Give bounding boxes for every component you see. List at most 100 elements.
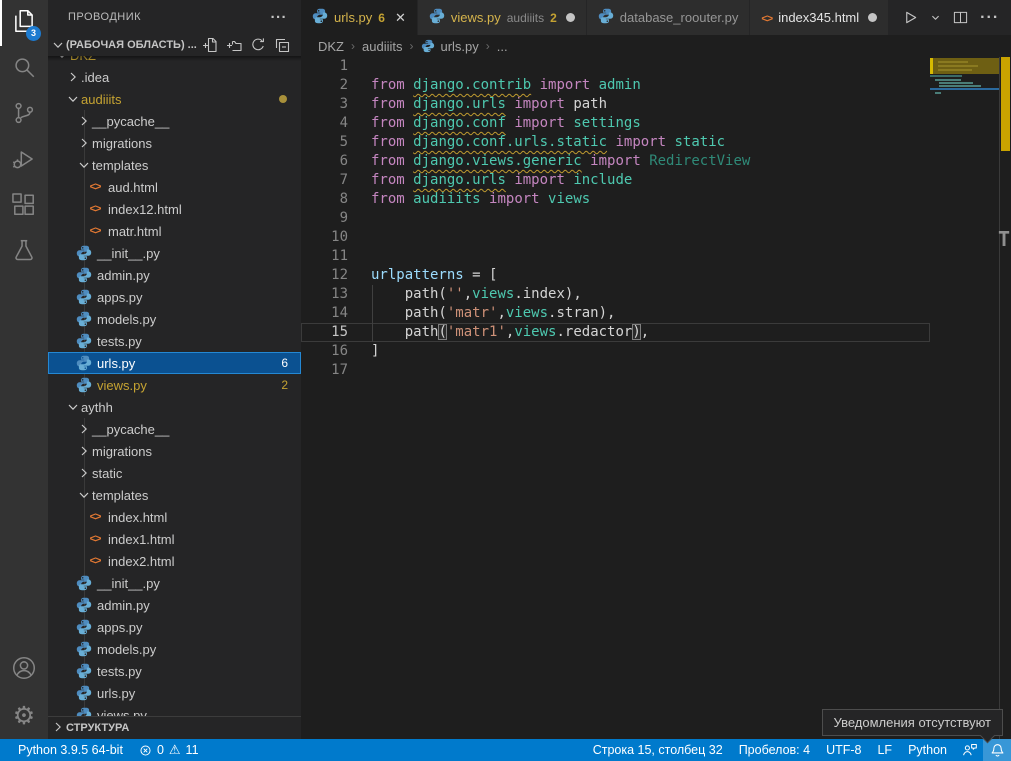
tree-item-__pycache__[interactable]: __pycache__ [48,418,301,440]
activity-bar-item-settings-gear-icon[interactable]: ⚙ [0,693,48,739]
tree-item-matr.html[interactable]: <>matr.html [48,220,301,242]
minimap[interactable] [930,57,999,739]
breadcrumb-item-urls.py[interactable]: urls.py [420,38,478,54]
tree-item-label: tests.py [97,334,142,349]
code-line-15[interactable]: 15 path('matr1',views.redactor), [301,323,1011,342]
python-icon [76,619,92,635]
activity-bar-item-extensions-icon[interactable] [0,184,48,230]
code-line-14[interactable]: 14 path('matr',views.stran), [301,304,1011,323]
tree-item-templates[interactable]: templates [48,154,301,176]
tree-item-views.py[interactable]: views.py [48,704,301,716]
workspace-section-header[interactable]: (РАБОЧАЯ ОБЛАСТЬ) ... [48,34,301,56]
activity-bar-item-explorer-icon[interactable]: 3 [0,0,48,46]
new-file-icon[interactable] [201,36,219,54]
code-token: path [371,324,438,340]
code-line-17[interactable]: 17 [301,361,1011,380]
code-line-11[interactable]: 11 [301,247,1011,266]
collapse-all-icon[interactable] [273,36,291,54]
tree-item-migrations[interactable]: migrations [48,440,301,462]
tree-item-__init__.py[interactable]: __init__.py [48,242,301,264]
code-line-9[interactable]: 9 [301,209,1011,228]
split-editor-icon[interactable] [953,10,968,25]
tree-item-views.py[interactable]: views.py2 [48,374,301,396]
tab-database_roouter.py[interactable]: database_roouter.py [587,0,751,35]
tree-item-aythh[interactable]: aythh [48,396,301,418]
tree-item-audiiits[interactable]: audiiits [48,88,301,110]
activity-bar-item-account-icon[interactable] [0,647,48,693]
scrollbar[interactable] [999,57,1011,739]
breadcrumb-item-audiiits[interactable]: audiiits [362,39,402,54]
tree-item-admin.py[interactable]: admin.py [48,594,301,616]
tree-item-.idea[interactable]: .idea [48,66,301,88]
code-line-10[interactable]: 10 [301,228,1011,247]
status-cursor-position[interactable]: Строка 15, столбец 32 [575,739,731,761]
code-line-16[interactable]: 16] [301,342,1011,361]
more-actions-icon[interactable]: ··· [980,9,999,27]
breadcrumb-item-...[interactable]: ... [497,39,508,54]
tree-item-urls.py[interactable]: urls.py6 [48,352,301,374]
status-python-interpreter[interactable]: Python 3.9.5 64-bit [0,739,131,761]
html-icon: <> [87,509,103,525]
code-line-4[interactable]: 4from django.conf import settings [301,114,1011,133]
activity-bar-item-source-control-icon[interactable] [0,92,48,138]
refresh-icon[interactable] [249,36,267,54]
code-line-7[interactable]: 7from django.urls import include [301,171,1011,190]
outline-label: СТРУКТУРА [66,722,129,734]
outline-section-header[interactable]: СТРУКТУРА [48,716,301,739]
line-content: from django.conf.urls.static import stat… [371,133,725,152]
tree-item-apps.py[interactable]: apps.py [48,286,301,308]
code-line-1[interactable]: 1 [301,57,1011,76]
tab-views.py[interactable]: views.pyaudiiits2 [418,0,587,35]
tree-item-static[interactable]: static [48,462,301,484]
activity-bar-item-testing-icon[interactable] [0,230,48,276]
tree-item-__pycache__[interactable]: __pycache__ [48,110,301,132]
status-label: Python [908,743,947,757]
tree-item-index2.html[interactable]: <>index2.html [48,550,301,572]
tree-item-models.py[interactable]: models.py [48,638,301,660]
status-language-mode[interactable]: Python [900,739,955,761]
new-folder-icon[interactable] [225,36,243,54]
code-token: 'matr1' [447,324,506,340]
tree-item-index12.html[interactable]: <>index12.html [48,198,301,220]
tree-item-tests.py[interactable]: tests.py [48,330,301,352]
tree-item-templates[interactable]: templates [48,484,301,506]
code-token: ) [632,324,640,340]
status-indentation[interactable]: Пробелов: 4 [731,739,818,761]
tree-item-apps.py[interactable]: apps.py [48,616,301,638]
status-eol[interactable]: LF [869,739,900,761]
activity-bar-item-run-debug-icon[interactable] [0,138,48,184]
close-icon[interactable]: ✕ [395,10,406,26]
code-line-8[interactable]: 8from audiiits import views [301,190,1011,209]
ellipsis-icon[interactable]: ··· [271,9,288,26]
run-icon[interactable] [903,10,918,25]
tree-item-index.html[interactable]: <>index.html [48,506,301,528]
code-line-2[interactable]: 2from django.contrib import admin [301,76,1011,95]
tree-item-models.py[interactable]: models.py [48,308,301,330]
tree-item-DKZ[interactable]: DKZ [48,56,301,66]
tree-item-tests.py[interactable]: tests.py [48,660,301,682]
tab-index345.html[interactable]: <>index345.html [750,0,889,35]
code-line-13[interactable]: 13 path('',views.index), [301,285,1011,304]
status-feedback-icon[interactable] [955,739,983,761]
status-bar: Python 3.9.5 64-bit0⚠11 Строка 15, столб… [0,739,1011,761]
chevron-down-icon [65,399,81,415]
tab-urls.py[interactable]: urls.py6✕ [301,0,418,35]
tree-item-__init__.py[interactable]: __init__.py [48,572,301,594]
tree-item-urls.py[interactable]: urls.py [48,682,301,704]
run-dropdown-chevron-icon[interactable] [930,12,941,23]
code-line-12[interactable]: 12urlpatterns = [ [301,266,1011,285]
code-line-3[interactable]: 3from django.urls import path [301,95,1011,114]
minimap-code-mark [938,61,968,63]
activity-bar-item-search-icon[interactable] [0,46,48,92]
tree-item-aud.html[interactable]: <>aud.html [48,176,301,198]
status-problems[interactable]: 0⚠11 [131,739,207,761]
code-line-5[interactable]: 5from django.conf.urls.static import sta… [301,133,1011,152]
tree-item-migrations[interactable]: migrations [48,132,301,154]
explorer-badge: 3 [26,26,41,41]
tree-item-index1.html[interactable]: <>index1.html [48,528,301,550]
status-encoding[interactable]: UTF-8 [818,739,869,761]
breadcrumb-item-DKZ[interactable]: DKZ [318,39,344,54]
code-editor[interactable]: 12from django.contrib import admin3from … [301,57,1011,739]
tree-item-admin.py[interactable]: admin.py [48,264,301,286]
code-line-6[interactable]: 6from django.views.generic import Redire… [301,152,1011,171]
